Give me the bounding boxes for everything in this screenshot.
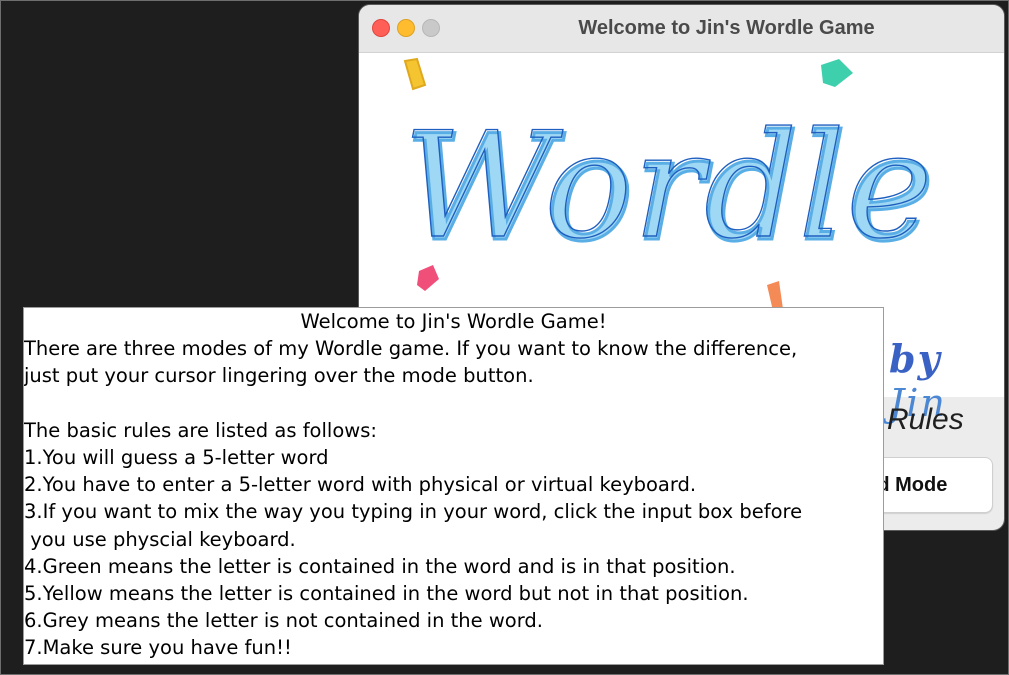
popup-line: just put your cursor lingering over the … xyxy=(24,364,534,388)
popup-line: 4.Green means the letter is contained in… xyxy=(24,554,736,578)
wordmark-outline: Wordle xyxy=(403,101,933,271)
popup-line: you use physcial keyboard. xyxy=(24,527,296,551)
popup-line: 2.You have to enter a 5-letter word with… xyxy=(24,473,697,497)
popup-line: 1.You will guess a 5-letter word xyxy=(24,445,329,469)
close-button[interactable] xyxy=(372,19,390,37)
popup-line: 3.If you want to mix the way you typing … xyxy=(24,500,803,524)
popup-line: 5.Yellow means the letter is contained i… xyxy=(24,581,749,605)
rules-popup: Welcome to Jin's Wordle Game! There are … xyxy=(23,307,884,665)
byline-prefix: by xyxy=(889,336,942,381)
popup-line: 6.Grey means the letter is not contained… xyxy=(24,609,543,633)
popup-line: 7.Make sure you have fun!! xyxy=(24,636,292,660)
rules-link[interactable]: Rules xyxy=(887,403,964,437)
window-title: Welcome to Jin's Wordle Game xyxy=(578,17,875,39)
minimize-button[interactable] xyxy=(397,19,415,37)
popup-line xyxy=(24,390,883,417)
title-bar[interactable]: Welcome to Jin's Wordle Game xyxy=(359,5,1004,53)
popup-heading: Welcome to Jin's Wordle Game! xyxy=(300,310,607,333)
popup-line: There are three modes of my Wordle game.… xyxy=(24,337,798,361)
popup-line: The basic rules are listed as follows: xyxy=(24,418,377,442)
zoom-button[interactable] xyxy=(422,19,440,37)
wordle-wordmark: Wordle Wordle xyxy=(402,100,936,275)
